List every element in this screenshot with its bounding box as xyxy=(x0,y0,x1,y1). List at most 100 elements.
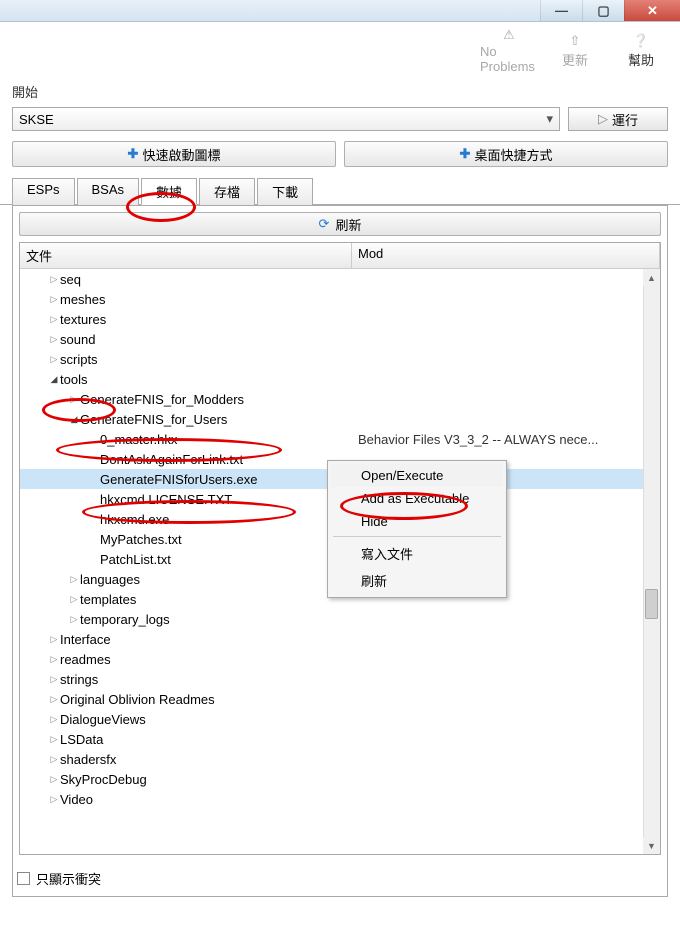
tree-row[interactable]: ▷Video xyxy=(20,789,660,809)
no-problems-button[interactable]: ⚠ No Problems xyxy=(480,26,538,74)
tree-item-label: 0_master.hkx xyxy=(100,432,177,447)
chevron-right-icon[interactable]: ▷ xyxy=(48,674,60,685)
tree-item-label: strings xyxy=(60,672,98,687)
chevron-right-icon[interactable]: ▷ xyxy=(68,574,80,585)
plus-icon: ✚ xyxy=(128,146,139,162)
chevron-right-icon[interactable]: ▷ xyxy=(48,634,60,645)
chevron-right-icon[interactable]: ▷ xyxy=(68,614,80,625)
column-mod[interactable]: Mod xyxy=(352,243,660,268)
conflicts-only-checkbox[interactable] xyxy=(17,872,30,885)
tree-row[interactable]: ▷Original Oblivion Readmes xyxy=(20,689,660,709)
tree-row[interactable]: ▷temporary_logs xyxy=(20,609,660,629)
play-icon: ▷ xyxy=(598,111,608,127)
conflicts-only-label: 只顯示衝突 xyxy=(36,869,101,888)
scroll-up-icon[interactable]: ▲ xyxy=(643,269,660,286)
run-button[interactable]: ▷ 運行 xyxy=(568,107,668,131)
tree-item-label: DontAskAgainForLink.txt xyxy=(100,452,243,467)
desktop-shortcut-label: 桌面快捷方式 xyxy=(474,145,552,164)
tree-item-label: seq xyxy=(60,272,81,287)
chevron-right-icon[interactable]: ▷ xyxy=(48,774,60,785)
close-button[interactable]: ✕ xyxy=(624,0,680,21)
tree-item-label: templates xyxy=(80,592,136,607)
chevron-right-icon[interactable]: ▷ xyxy=(48,654,60,665)
chevron-right-icon[interactable]: ▷ xyxy=(48,794,60,805)
refresh-button[interactable]: ⟳ 刷新 xyxy=(19,212,661,236)
plus-icon: ✚ xyxy=(460,146,471,162)
tree-row[interactable]: ▷sound xyxy=(20,329,660,349)
quick-launch-button[interactable]: ✚ 快速啟動圖標 xyxy=(12,141,336,167)
tree-item-label: hkxcmd.exe xyxy=(100,512,169,527)
tab-saves[interactable]: 存檔 xyxy=(199,178,255,205)
chevron-right-icon[interactable]: ▷ xyxy=(48,274,60,285)
executable-dropdown[interactable]: SKSE xyxy=(12,107,560,131)
tree-row[interactable]: ▷seq xyxy=(20,269,660,289)
chevron-right-icon[interactable]: ▷ xyxy=(48,314,60,325)
chevron-right-icon[interactable]: ▷ xyxy=(48,754,60,765)
content-panel: ⟳ 刷新 文件 Mod ▷seq▷meshes▷textures▷sound▷s… xyxy=(12,205,668,897)
chevron-right-icon[interactable]: ▷ xyxy=(48,334,60,345)
tree-item-label: textures xyxy=(60,312,106,327)
tree-row[interactable]: ▷Interface xyxy=(20,629,660,649)
tree-row[interactable]: 0_master.hkxBehavior Files V3_3_2 -- ALW… xyxy=(20,429,660,449)
ctx-refresh[interactable]: 刷新 xyxy=(331,567,503,594)
help-button[interactable]: ❔ 幫助 xyxy=(612,32,670,69)
chevron-down-icon[interactable]: ◢ xyxy=(68,414,80,425)
tree-row[interactable]: ▷strings xyxy=(20,669,660,689)
shortcut-buttons: ✚ 快速啟動圖標 ✚ 桌面快捷方式 xyxy=(0,135,680,177)
chevron-down-icon[interactable]: ◢ xyxy=(48,374,60,385)
chevron-right-icon[interactable]: ▷ xyxy=(68,594,80,605)
tree-row[interactable]: ▷scripts xyxy=(20,349,660,369)
scroll-thumb[interactable] xyxy=(645,589,658,619)
refresh-icon: ⟳ xyxy=(319,216,330,232)
tree-row[interactable]: ▷textures xyxy=(20,309,660,329)
tree-row[interactable]: ◢GenerateFNIS_for_Users xyxy=(20,409,660,429)
tree-item-label: LSData xyxy=(60,732,103,747)
tree-item-label: Video xyxy=(60,792,93,807)
chevron-right-icon[interactable]: ▷ xyxy=(48,294,60,305)
tree-item-label: readmes xyxy=(60,652,111,667)
ctx-open-execute[interactable]: Open/Execute xyxy=(331,464,503,487)
refresh-label: 刷新 xyxy=(335,215,361,234)
maximize-button[interactable]: ▢ xyxy=(582,0,624,21)
tab-bsas[interactable]: BSAs xyxy=(77,178,140,205)
ctx-divider xyxy=(333,536,501,537)
tree-item-label: temporary_logs xyxy=(80,612,170,627)
tree-item-label: DialogueViews xyxy=(60,712,146,727)
tree-row[interactable]: ▷readmes xyxy=(20,649,660,669)
ctx-add-executable[interactable]: Add as Executable xyxy=(331,487,503,510)
tree-row[interactable]: ▷LSData xyxy=(20,729,660,749)
tab-esps[interactable]: ESPs xyxy=(12,178,75,205)
chevron-right-icon[interactable]: ▷ xyxy=(48,694,60,705)
tree-item-label: MyPatches.txt xyxy=(100,532,182,547)
minimize-button[interactable]: — xyxy=(540,0,582,21)
ctx-hide[interactable]: Hide xyxy=(331,510,503,533)
column-file[interactable]: 文件 xyxy=(20,243,352,268)
chevron-right-icon[interactable]: ▷ xyxy=(48,354,60,365)
chevron-right-icon[interactable]: ▷ xyxy=(48,714,60,725)
start-section-label: 開始 xyxy=(0,76,680,103)
update-button[interactable]: ⇧ 更新 xyxy=(546,32,604,69)
help-label: 幫助 xyxy=(628,50,654,69)
help-icon: ❔ xyxy=(632,32,650,50)
chevron-right-icon[interactable]: ▷ xyxy=(68,394,80,405)
chevron-right-icon[interactable]: ▷ xyxy=(48,734,60,745)
scrollbar[interactable]: ▲ ▼ xyxy=(643,269,660,854)
update-label: 更新 xyxy=(562,50,588,69)
window-titlebar: — ▢ ✕ xyxy=(0,0,680,22)
tree-item-label: hkxcmd LICENSE.TXT xyxy=(100,492,232,507)
tree-row[interactable]: ▷GenerateFNIS_for_Modders xyxy=(20,389,660,409)
tree-row[interactable]: ▷SkyProcDebug xyxy=(20,769,660,789)
data-tabs: ESPs BSAs 數據 存檔 下載 xyxy=(0,177,680,205)
scroll-down-icon[interactable]: ▼ xyxy=(643,837,660,854)
tree-row[interactable]: ▷DialogueViews xyxy=(20,709,660,729)
upload-icon: ⇧ xyxy=(566,32,584,50)
tree-item-label: GenerateFNIS_for_Modders xyxy=(80,392,244,407)
tree-row[interactable]: ◢tools xyxy=(20,369,660,389)
tab-downloads[interactable]: 下載 xyxy=(257,178,313,205)
tree-item-label: tools xyxy=(60,372,87,387)
tree-row[interactable]: ▷shadersfx xyxy=(20,749,660,769)
tab-data[interactable]: 數據 xyxy=(141,178,197,205)
desktop-shortcut-button[interactable]: ✚ 桌面快捷方式 xyxy=(344,141,668,167)
ctx-write-file[interactable]: 寫入文件 xyxy=(331,540,503,567)
tree-row[interactable]: ▷meshes xyxy=(20,289,660,309)
